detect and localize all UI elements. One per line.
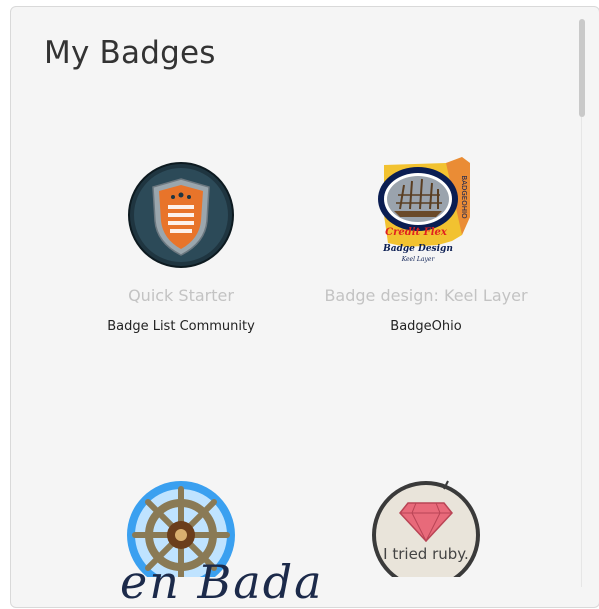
scrollbar-thumb[interactable] [579,19,585,117]
badge-image-text: I tried ruby. [383,545,469,563]
badge-image-bottom-text: Keel Layer [401,256,436,263]
badge-card-quick-starter[interactable]: Quick Starter Badge List Community [61,155,301,345]
badge-name[interactable]: Quick Starter [61,286,301,305]
badge-card-ruby[interactable]: I tried ruby. [306,475,546,577]
badge-image-top-text: Credit Flex [385,227,448,238]
ruby-badge-icon: I tried ruby. [372,480,480,577]
badge-image-mid-text: Badge Design [382,244,453,254]
ohio-ship-badge-icon: BADGEOHIO Credit Flex Badge Design Keel … [378,157,470,263]
footer-decorative-text: en Bada [120,555,324,609]
badge-card-keel-layer[interactable]: BADGEOHIO Credit Flex Badge Design Keel … [306,155,546,345]
badges-panel: My Badges Quick Starter Badge List Commu… [10,6,599,608]
badge-issuer[interactable]: BadgeOhio [306,319,546,334]
badge-issuer[interactable]: Badge List Community [61,319,301,334]
page-title: My Badges [44,35,216,71]
shield-badge-icon [128,162,234,268]
badge-name[interactable]: Badge design: Keel Layer [306,286,546,305]
badge-image-side-text: BADGEOHIO [460,175,468,219]
